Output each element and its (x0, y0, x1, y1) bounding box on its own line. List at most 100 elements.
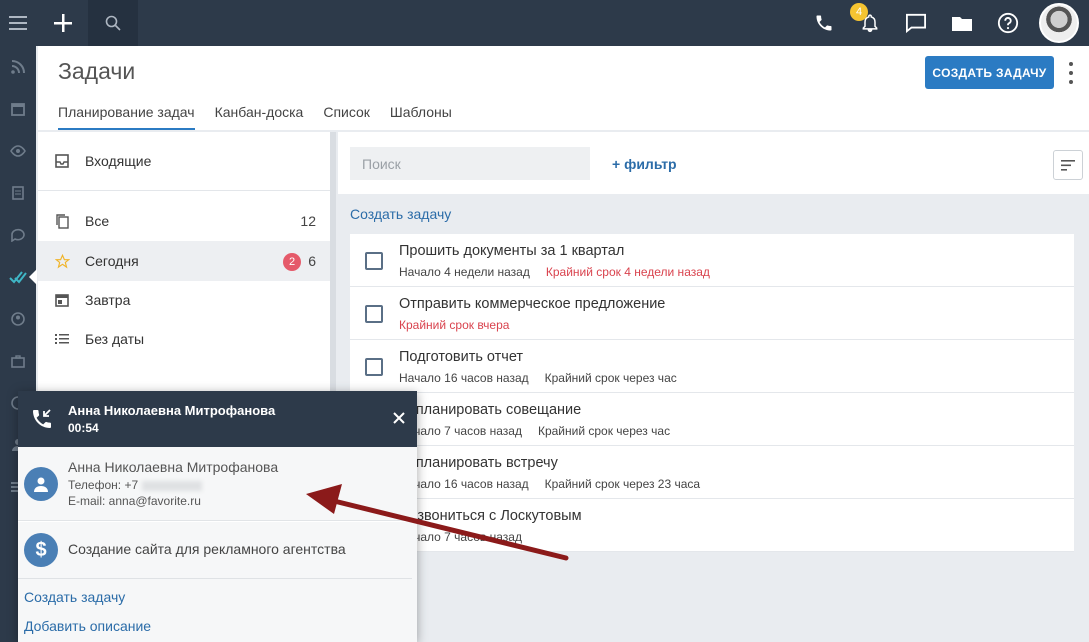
item-count: 6 (308, 253, 316, 269)
create-task-button[interactable]: СОЗДАТЬ ЗАДАЧУ (925, 56, 1054, 89)
task-checkbox[interactable] (365, 252, 383, 270)
close-icon[interactable] (390, 409, 408, 427)
add-filter-link[interactable]: + фильтр (612, 156, 677, 172)
call-popup: Анна Николаевна Митрофанова 00:54 Анна Н… (18, 391, 417, 642)
task-start: Начало 4 недели назад (399, 265, 530, 279)
star-icon (54, 253, 70, 269)
contact-phone: Телефон: +7 (68, 478, 203, 492)
nav-chat-icon[interactable] (0, 214, 36, 256)
task-row[interactable]: Подготовить отчет Начало 16 часов назад К… (350, 340, 1074, 393)
nav-feed-icon[interactable] (0, 46, 36, 88)
sidebar-item-inbox[interactable]: Входящие (38, 141, 330, 181)
contact-name: Анна Николаевна Митрофанова (68, 459, 279, 475)
task-checkbox[interactable] (365, 358, 383, 376)
task-title[interactable]: Прошить документы за 1 квартал (399, 243, 624, 259)
task-deadline: Крайний срок через час (537, 424, 671, 438)
task-deadline: Крайний срок 4 недели назад (545, 265, 710, 279)
nav-document-icon[interactable] (0, 172, 36, 214)
hamburger-menu-icon[interactable] (0, 0, 36, 46)
calendar-icon (54, 292, 70, 308)
task-deadline: Крайний срок через час (544, 371, 677, 385)
task-row[interactable]: Запланировать встречу Начало 16 часов на… (350, 446, 1074, 499)
sidebar-item-tomorrow[interactable]: Завтра (38, 280, 330, 320)
help-icon[interactable] (985, 0, 1031, 46)
task-meta: Начало 4 недели назад Крайний срок 4 неде… (399, 265, 710, 279)
task-deadline: Крайний срок через 23 часа (544, 477, 701, 491)
item-count: 12 (300, 213, 316, 229)
task-row[interactable]: Созвониться с Лоскутовым Начало 7 часов … (350, 499, 1074, 552)
task-title[interactable]: Запланировать встречу (399, 455, 558, 471)
top-bar: 4 (0, 0, 1089, 46)
search-input[interactable] (350, 147, 590, 180)
tabs: Планирование задач Канбан-доска Список Ш… (58, 102, 472, 130)
deal-title: Создание сайта для рекламного агентства (68, 541, 346, 557)
task-meta: Начало 16 часов назад Крайний срок через … (399, 477, 700, 491)
sidebar-divider (38, 190, 330, 191)
notifications-bell-icon[interactable]: 4 (847, 0, 893, 46)
task-start: Начало 7 часов назад (399, 530, 522, 544)
nav-contacts-icon[interactable] (0, 298, 36, 340)
page-header: Задачи СОЗДАТЬ ЗАДАЧУ Планирование задач… (38, 46, 1089, 130)
task-deadline: Крайний срок вчера (399, 318, 510, 332)
phone-icon[interactable] (801, 0, 847, 46)
incoming-call-icon (33, 409, 51, 428)
sidebar-item-label: Все (85, 213, 110, 229)
popup-divider (18, 578, 412, 579)
sidebar-item-label: Сегодня (85, 253, 139, 269)
chat-icon[interactable] (893, 0, 939, 46)
task-meta: Крайний срок вчера (399, 318, 509, 332)
nav-briefcase-icon[interactable] (0, 340, 36, 382)
sort-icon[interactable] (1053, 150, 1083, 180)
call-popup-header: Анна Николаевна Митрофанова 00:54 (18, 391, 417, 447)
nav-eye-icon[interactable] (0, 130, 36, 172)
redacted-phone (142, 480, 203, 491)
search-icon[interactable] (88, 0, 138, 46)
copy-icon (54, 213, 70, 229)
task-meta: Начало 7 часов назад Крайний срок через ч… (399, 424, 670, 438)
folder-icon[interactable] (939, 0, 985, 46)
task-title[interactable]: Созвониться с Лоскутовым (399, 508, 582, 524)
task-meta: Начало 7 часов назад (399, 530, 522, 544)
task-row[interactable]: Запланировать совещание Начало 7 часов н… (350, 393, 1074, 446)
task-title[interactable]: Отправить коммерческое предложение (399, 296, 665, 312)
deal-card[interactable]: $ Создание сайта для рекламного агентств… (18, 522, 417, 578)
sidebar-item-label: Без даты (85, 331, 145, 347)
add-description-link[interactable]: Добавить описание (24, 618, 151, 634)
task-list: Прошить документы за 1 квартал Начало 4 … (350, 234, 1074, 552)
contact-card[interactable]: Анна Николаевна Митрофанова Телефон: +7 … (18, 447, 417, 521)
call-duration: 00:54 (68, 421, 99, 435)
dollar-icon: $ (24, 533, 58, 567)
inbox-icon (54, 153, 70, 169)
caller-name: Анна Николаевна Митрофанова (68, 403, 276, 418)
task-checkbox[interactable] (365, 305, 383, 323)
tab-templates[interactable]: Шаблоны (390, 102, 452, 130)
tab-list[interactable]: Список (323, 102, 370, 130)
task-title[interactable]: Подготовить отчет (399, 349, 523, 365)
nav-calendar-icon[interactable] (0, 88, 36, 130)
sidebar-item-no-date[interactable]: Без даты (38, 319, 330, 359)
task-row[interactable]: Отправить коммерческое предложение Крайн… (350, 287, 1074, 340)
create-task-link[interactable]: Создать задачу (350, 206, 451, 222)
overdue-badge: 2 (283, 253, 301, 271)
task-meta: Начало 16 часов назад Крайний срок через … (399, 371, 677, 385)
page-title: Задачи (58, 58, 136, 84)
task-row[interactable]: Прошить документы за 1 квартал Начало 4 … (350, 234, 1074, 287)
task-start: Начало 16 часов назад (399, 477, 529, 491)
sidebar-item-all[interactable]: Все 12 (38, 201, 330, 241)
user-avatar[interactable] (1039, 3, 1079, 43)
filter-bar: + фильтр (338, 132, 1089, 194)
task-start: Начало 7 часов назад (399, 424, 522, 438)
add-icon[interactable] (38, 0, 88, 46)
list-icon (54, 331, 70, 347)
popup-create-task-link[interactable]: Создать задачу (24, 589, 125, 605)
contact-avatar-icon (24, 467, 58, 501)
sidebar-item-label: Входящие (85, 153, 152, 169)
more-options-icon[interactable] (1064, 60, 1078, 86)
task-title[interactable]: Запланировать совещание (399, 402, 581, 418)
sidebar-item-today[interactable]: Сегодня 2 6 (38, 241, 330, 281)
task-start: Начало 16 часов назад (399, 371, 529, 385)
tab-kanban[interactable]: Канбан-доска (215, 102, 304, 130)
tab-planning[interactable]: Планирование задач (58, 102, 195, 130)
nav-tasks-icon[interactable] (0, 256, 37, 298)
notification-count-badge: 4 (850, 3, 868, 21)
